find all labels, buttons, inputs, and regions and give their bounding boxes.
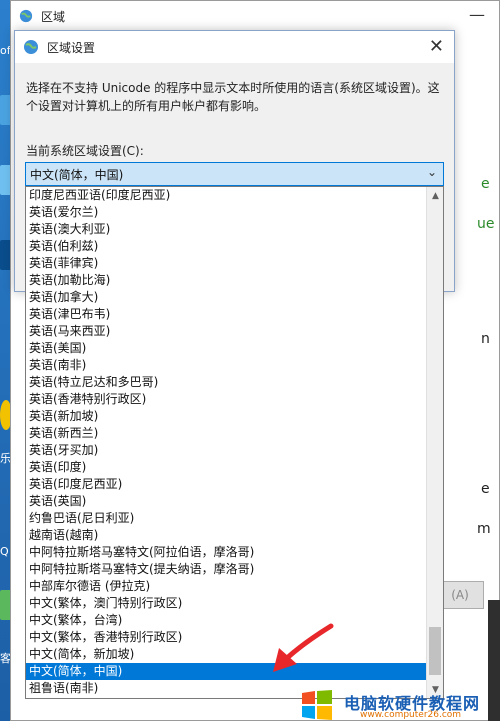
locale-option[interactable]: 英语(南非)	[26, 357, 427, 374]
back-window-text-fragment: e	[481, 481, 490, 497]
back-window-text-fragment: n	[481, 331, 490, 347]
windows-logo-icon	[302, 690, 332, 720]
locale-option[interactable]: 中文(繁体，台湾)	[26, 612, 427, 629]
system-locale-dropdown[interactable]: 中文(简体，中国) ⌄	[25, 162, 444, 186]
locale-options: 印度尼西亚语(印度尼西亚) 英语(爱尔兰) 英语(澳大利亚) 英语(伯利兹) 英语(菲律…	[26, 187, 427, 697]
dialog-titlebar[interactable]: 区域设置 ✕	[15, 31, 454, 63]
locale-option[interactable]: 英语(伯利兹)	[26, 238, 427, 255]
current-locale-label: 当前系统区域设置(C):	[26, 144, 144, 158]
locale-option[interactable]: 英语(津巴布韦)	[26, 306, 427, 323]
region-window-title: 区域	[41, 9, 66, 24]
locale-option[interactable]: 中文(繁体，澳门特别行政区)	[26, 595, 427, 612]
locale-option[interactable]: 中阿特拉斯塔马塞特文(阿拉伯语，摩洛哥)	[26, 544, 427, 561]
annotation-arrow-icon	[273, 623, 334, 672]
locale-option[interactable]: 英语(新西兰)	[26, 425, 427, 442]
locale-option[interactable]: 约鲁巴语(尼日利亚)	[26, 510, 427, 527]
locale-option[interactable]: 中文(繁体，香港特别行政区)	[26, 629, 427, 646]
locale-option[interactable]: 英语(菲律宾)	[26, 255, 427, 272]
dropdown-selected-value: 中文(简体，中国)	[30, 167, 124, 182]
scrollbar-thumb[interactable]	[429, 627, 441, 675]
close-icon[interactable]: ✕	[429, 36, 444, 57]
locale-option[interactable]: 中部库尔德语 (伊拉克)	[26, 578, 427, 595]
locale-option[interactable]: 英语(爱尔兰)	[26, 204, 427, 221]
globe-icon	[19, 9, 33, 23]
locale-options-list[interactable]: 印度尼西亚语(印度尼西亚) 英语(爱尔兰) 英语(澳大利亚) 英语(伯利兹) 英语(菲律…	[25, 186, 444, 699]
region-window-titlebar[interactable]: 区域 —	[11, 1, 499, 31]
back-window-text-fragment: ue	[477, 216, 495, 232]
locale-option[interactable]: 英语(美国)	[26, 340, 427, 357]
locale-option[interactable]: 英语(英国)	[26, 493, 427, 510]
locale-option[interactable]: 英语(特立尼达和多巴哥)	[26, 374, 427, 391]
locale-option[interactable]: 英语(马来西亚)	[26, 323, 427, 340]
locale-option[interactable]: 英语(加拿大)	[26, 289, 427, 306]
chevron-down-icon[interactable]: ⌄	[427, 165, 437, 179]
scroll-up-arrow-icon[interactable]: ▲	[427, 187, 443, 204]
desktop-label: Q	[0, 545, 9, 558]
locale-option[interactable]: 中文(简体，中国)	[26, 663, 427, 680]
locale-option[interactable]: 英语(新加坡)	[26, 408, 427, 425]
back-window-text-fragment: e	[481, 176, 490, 192]
locale-option[interactable]: 英语(澳大利亚)	[26, 221, 427, 238]
locale-option[interactable]: 中阿特拉斯塔马塞特文(提夫纳语，摩洛哥)	[26, 561, 427, 578]
locale-option[interactable]: 越南语(越南)	[26, 527, 427, 544]
locale-option[interactable]: 中文(简体，新加坡)	[26, 646, 427, 663]
locale-option[interactable]: 英语(印度)	[26, 459, 427, 476]
watermark-url: www.computer26.com	[360, 710, 462, 720]
site-watermark: 电脑软硬件教程网 www.computer26.com	[300, 690, 500, 721]
locale-option[interactable]: 英语(印度尼西亚)	[26, 476, 427, 493]
list-scrollbar[interactable]: ▲ ▼	[426, 187, 443, 698]
back-window-text-fragment: m	[477, 521, 491, 537]
dialog-title: 区域设置	[47, 40, 96, 55]
locale-option[interactable]: 英语(香港特别行政区)	[26, 391, 427, 408]
locale-option[interactable]: 英语(牙买加)	[26, 442, 427, 459]
dialog-description: 选择在不支持 Unicode 的程序中显示文本时所使用的语言(系统区域设置)。这…	[26, 81, 440, 113]
locale-option[interactable]: 英语(加勒比海)	[26, 272, 427, 289]
minimize-icon[interactable]: —	[469, 5, 485, 24]
globe-icon	[24, 40, 38, 54]
locale-option[interactable]: 印度尼西亚语(印度尼西亚)	[26, 187, 427, 204]
